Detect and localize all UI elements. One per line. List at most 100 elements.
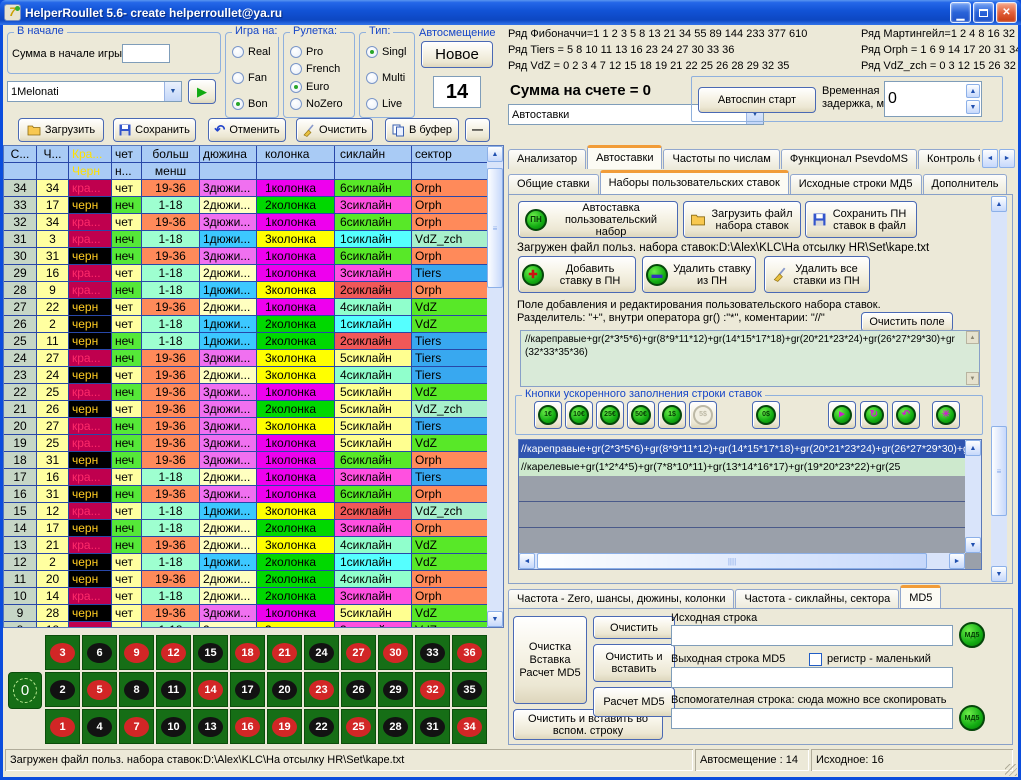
- table-row[interactable]: 2916кра...чет1-182дюжи...1колонка3сиклай…: [4, 265, 503, 282]
- board-cell-30[interactable]: 30: [378, 635, 413, 670]
- chip-button-10€[interactable]: 10€: [565, 401, 593, 429]
- board-cell-6[interactable]: 6: [82, 635, 117, 670]
- bets-list-row[interactable]: //карелевые+gr(1*2*4*5)+gr(7*8*10*11)+gr…: [519, 458, 981, 476]
- radio-icon-Bon[interactable]: [232, 98, 244, 110]
- preset-run-button[interactable]: ▶: [188, 79, 216, 104]
- md5-big-button[interactable]: Очистка Вставка Расчет MD5: [513, 616, 587, 704]
- bets-list-hthumb[interactable]: ||||: [537, 553, 927, 569]
- spin-down-icon[interactable]: ▼: [966, 100, 980, 114]
- radio-icon-Pro[interactable]: [290, 46, 302, 58]
- tab-Частота - сиклайны, сектора[interactable]: Частота - сиклайны, сектора: [735, 589, 899, 608]
- radio-option-Bon[interactable]: Bon: [232, 97, 276, 111]
- col-red[interactable]: Кра...: [69, 146, 112, 163]
- table-row[interactable]: 2225кра...неч19-363дюжи...1колонка5сикла…: [4, 384, 503, 401]
- board-cell-28[interactable]: 28: [378, 709, 413, 744]
- board-cell-29[interactable]: 29: [378, 672, 413, 707]
- tab-Контроль банкро[interactable]: Контроль банкро: [918, 149, 980, 169]
- board-cell-1[interactable]: 1: [45, 709, 80, 744]
- bets-list[interactable]: //кареправые+gr(2*3*5*6)+gr(8*9*11*12)+g…: [518, 439, 982, 570]
- panel-scrollbar-thumb[interactable]: ≡: [991, 426, 1007, 516]
- board-cell-16[interactable]: 16: [230, 709, 265, 744]
- radio-icon-Multi[interactable]: [366, 72, 378, 84]
- tab-Анализатор[interactable]: Анализатор: [508, 149, 586, 169]
- table-row[interactable]: 1925кра...неч19-363дюжи...1колонка5сикла…: [4, 435, 503, 452]
- radio-icon-Euro[interactable]: [290, 81, 302, 93]
- radio-option-Singl[interactable]: Singl: [366, 45, 412, 59]
- chip-button-50€[interactable]: 50€: [627, 401, 655, 429]
- table-row[interactable]: 2511черннеч1-181дюжи...2колонка2сиклайнT…: [4, 333, 503, 350]
- radio-option-Euro[interactable]: Euro: [290, 80, 352, 94]
- undo-button[interactable]: ↶ Отменить: [208, 118, 286, 142]
- bets-list-row[interactable]: //кареправые+gr(2*3*5*6)+gr(8*9*11*12)+g…: [519, 440, 981, 458]
- col-dozen[interactable]: дюжина: [200, 146, 257, 163]
- load-button[interactable]: Загрузить: [18, 118, 104, 142]
- tab-Функционал PsevdoMS[interactable]: Функционал PsevdoMS: [781, 149, 917, 169]
- md5-copy-button[interactable]: МД5: [959, 705, 985, 731]
- radio-option-Fan[interactable]: Fan: [232, 71, 276, 85]
- delete-bet-button[interactable]: ▬ Удалить ставку из ПН: [642, 256, 756, 293]
- random-chip-button[interactable]: ✳: [932, 401, 960, 429]
- md5-calc-button[interactable]: Расчет MD5: [593, 687, 675, 717]
- board-cell-15[interactable]: 15: [193, 635, 228, 670]
- tab-MD5[interactable]: MD5: [900, 585, 941, 608]
- col-number[interactable]: Ч...: [37, 146, 69, 163]
- save-bets-file-button[interactable]: Сохранить ПН ставок в файл: [805, 201, 917, 238]
- tab-Наборы пользовательских ставок[interactable]: Наборы пользовательских ставок: [600, 170, 789, 194]
- board-cell-34[interactable]: 34: [452, 709, 487, 744]
- spin-up-icon[interactable]: ▲: [966, 84, 980, 98]
- col-black[interactable]: Черн: [69, 163, 112, 180]
- table-row[interactable]: 2126чернчет19-363дюжи...2колонка5сиклайн…: [4, 401, 503, 418]
- scroll-down-icon[interactable]: ▼: [487, 611, 503, 627]
- col-sector[interactable]: сектор: [412, 146, 488, 163]
- tab-Автоставки[interactable]: Автоставки: [587, 145, 662, 169]
- md5-aux-input[interactable]: [671, 708, 953, 729]
- board-cell-22[interactable]: 22: [304, 709, 339, 744]
- board-cell-14[interactable]: 14: [193, 672, 228, 707]
- board-cell-0[interactable]: 0: [8, 672, 42, 709]
- table-row[interactable]: 313кра...неч1-181дюжи...3колонка1сиклайн…: [4, 231, 503, 248]
- autoshift-value[interactable]: 14: [433, 76, 481, 108]
- title-bar[interactable]: 7 HelperRoullet 5.6- create helperroulle…: [0, 0, 1021, 25]
- tab-Частоты по числам[interactable]: Частоты по числам: [663, 149, 779, 169]
- chip-button-25€[interactable]: 25€: [596, 401, 624, 429]
- radio-icon-Fan[interactable]: [232, 72, 244, 84]
- board-cell-32[interactable]: 32: [415, 672, 450, 707]
- scroll-up-icon[interactable]: ▲: [487, 146, 503, 162]
- autoshift-new-button[interactable]: Новое: [421, 41, 493, 68]
- table-row[interactable]: 1716кра...чет1-182дюжи...1колонка3сиклай…: [4, 469, 503, 486]
- table-row[interactable]: 1512кра...чет1-181дюжи...3колонка2сиклай…: [4, 503, 503, 520]
- board-cell-21[interactable]: 21: [267, 635, 302, 670]
- radio-option-Multi[interactable]: Multi: [366, 71, 412, 85]
- scroll-right-icon[interactable]: ►: [949, 553, 965, 569]
- chip-button-0$[interactable]: 0$: [752, 401, 780, 429]
- col-sixline[interactable]: сиклайн: [335, 146, 412, 163]
- board-cell-23[interactable]: 23: [304, 672, 339, 707]
- autospin-start-button[interactable]: Автоспин старт: [698, 87, 816, 113]
- scroll-up-icon[interactable]: ▲: [965, 440, 981, 456]
- field-scroll-up-icon[interactable]: ▲: [966, 331, 979, 344]
- board-cell-10[interactable]: 10: [156, 709, 191, 744]
- tab-Дополнитель[interactable]: Дополнитель: [923, 174, 1008, 194]
- board-cell-3[interactable]: 3: [45, 635, 80, 670]
- board-cell-5[interactable]: 5: [82, 672, 117, 707]
- add-bet-button[interactable]: ✚ Добавить ставку в ПН: [518, 256, 636, 293]
- col-low[interactable]: менш: [142, 163, 200, 180]
- copy-to-buffer-button[interactable]: В буфер: [385, 118, 459, 142]
- table-row[interactable]: 3234кра...чет19-363дюжи...1колонка6сикла…: [4, 214, 503, 231]
- col-spin[interactable]: С...: [4, 146, 37, 163]
- repeat-chip-button[interactable]: ↻: [860, 401, 888, 429]
- board-cell-19[interactable]: 19: [267, 709, 302, 744]
- register-checkbox[interactable]: [809, 653, 822, 666]
- table-row[interactable]: 1831черннеч19-363дюжи...1колонка6сиклайн…: [4, 452, 503, 469]
- table-row[interactable]: 262чернчет1-181дюжи...2колонка1сиклайнVd…: [4, 316, 503, 333]
- tab-Общие ставки[interactable]: Общие ставки: [508, 174, 599, 194]
- tab-Исходные строки МД5[interactable]: Исходные строки МД5: [790, 174, 922, 194]
- md5-clear-button[interactable]: Очистить: [593, 616, 675, 639]
- radio-option-French[interactable]: French: [290, 62, 352, 76]
- radio-icon-Singl[interactable]: [366, 46, 378, 58]
- bets-list-vscroll[interactable]: ▲ ▼: [965, 440, 981, 553]
- tab-scroll-left-icon[interactable]: ◄: [982, 149, 998, 168]
- start-sum-input[interactable]: [122, 44, 170, 63]
- radio-icon-French[interactable]: [290, 63, 302, 75]
- board-cell-17[interactable]: 17: [230, 672, 265, 707]
